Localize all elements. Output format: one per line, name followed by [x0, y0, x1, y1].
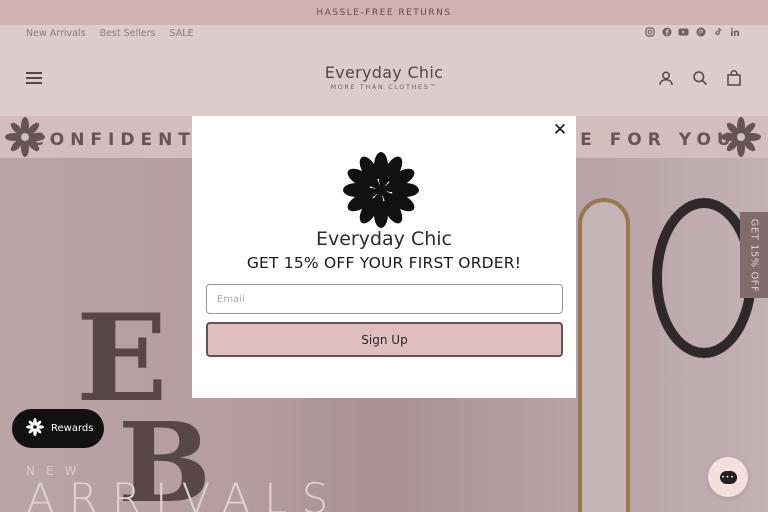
close-icon[interactable]: ✕ [552, 122, 568, 139]
email-field[interactable] [206, 284, 563, 314]
popup-brand-name: Everyday Chic [315, 228, 452, 250]
chat-button[interactable]: ••• [708, 457, 748, 497]
popup-headline: GET 15% OFF YOUR FIRST ORDER! [246, 254, 522, 272]
chat-icon: ••• [719, 470, 737, 484]
popup-flower-logo [342, 152, 420, 228]
sign-up-button[interactable]: Sign Up [206, 322, 563, 357]
signup-popup: ✕ Everyday Chic GET 15% OFF YOUR FIRST O… [192, 116, 576, 398]
rewards-label: Rewards [51, 423, 94, 434]
rewards-button[interactable]: Rewards [12, 409, 104, 448]
rewards-flower-icon [26, 418, 44, 439]
